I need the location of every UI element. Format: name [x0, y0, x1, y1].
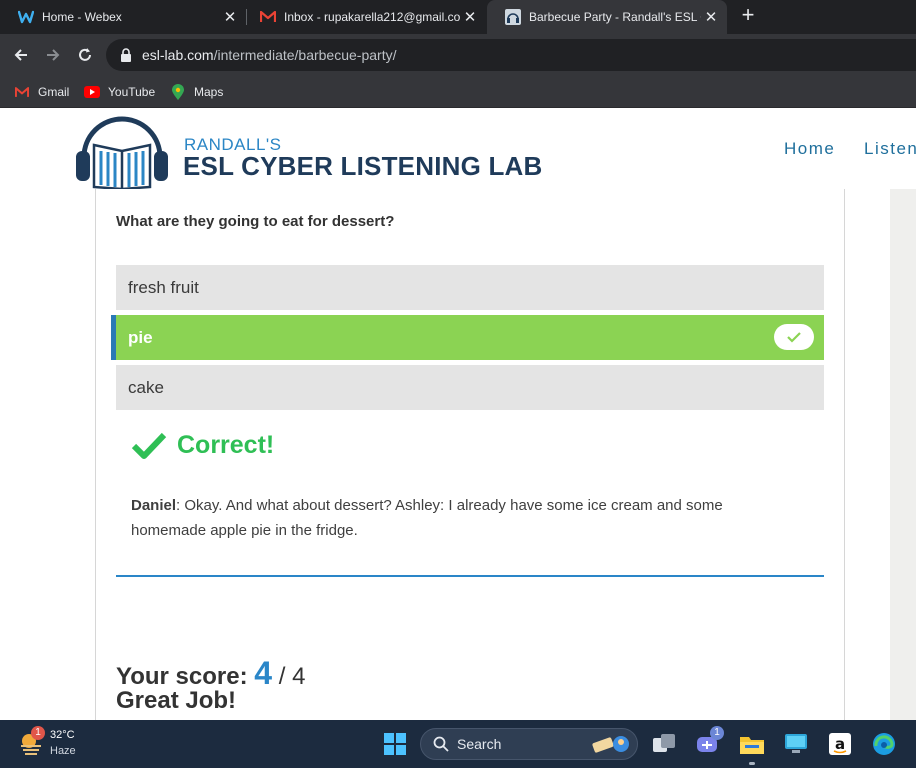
taskbar-search[interactable]: Search: [420, 728, 638, 760]
close-icon[interactable]: ✕: [701, 8, 721, 26]
svg-text:a: a: [835, 735, 845, 753]
weather-condition: Haze: [50, 745, 76, 757]
speaker-name: Daniel: [131, 497, 177, 514]
reload-icon[interactable]: [72, 42, 98, 68]
temperature: 32°C: [50, 729, 75, 741]
answer-option[interactable]: fresh fruit: [116, 265, 824, 310]
answer-option-selected[interactable]: pie: [111, 315, 824, 360]
tab-webex[interactable]: Home - Webex ✕: [0, 0, 246, 34]
correct-check-icon: [131, 432, 167, 459]
weather-badge: 1: [31, 726, 45, 740]
task-view-icon[interactable]: [648, 728, 680, 760]
transcript-excerpt: Daniel: Okay. And what about dessert? As…: [131, 493, 791, 543]
gmail-icon: [260, 9, 276, 25]
running-indicator: [749, 762, 755, 765]
edge-browser-icon[interactable]: [868, 728, 900, 760]
score-label: Your score:: [116, 663, 248, 690]
back-arrow-icon[interactable]: [8, 42, 34, 68]
file-explorer-icon[interactable]: [736, 728, 768, 760]
browser-tab-bar: Home - Webex ✕ Inbox - rupakarella212@gm…: [0, 0, 916, 34]
webex-icon: [18, 9, 34, 25]
bookmark-maps[interactable]: Maps: [170, 82, 223, 102]
url-text: esl-lab.com/intermediate/barbecue-party/: [142, 47, 396, 63]
nav-home[interactable]: Home: [784, 139, 835, 159]
amazon-icon[interactable]: a: [824, 728, 856, 760]
url-host: esl-lab.com: [142, 47, 214, 63]
tab-gmail[interactable]: Inbox - rupakarella212@gmail.com ✕: [242, 0, 486, 34]
search-highlight-icon: [592, 736, 629, 753]
answer-label: cake: [128, 378, 164, 397]
teams-badge: 1: [710, 726, 724, 740]
site-headphones-icon: [505, 9, 521, 25]
windows-start-icon[interactable]: [379, 728, 411, 760]
answer-label: pie: [128, 328, 153, 347]
bookmark-label: Maps: [194, 85, 224, 99]
bookmark-label: YouTube: [108, 85, 156, 99]
feedback-text: Correct!: [177, 431, 275, 459]
divider: [116, 575, 824, 577]
nav-listen[interactable]: Listen: [864, 139, 916, 159]
search-icon: [433, 736, 449, 752]
windows-taskbar: 1 32°C Haze Search 1 a: [0, 720, 916, 768]
new-tab-button[interactable]: +: [736, 4, 760, 28]
transcript-text: : Okay. And what about dessert? Ashley: …: [131, 497, 723, 539]
gmail-icon: [14, 84, 30, 100]
logo-title[interactable]: ESL CYBER LISTENING LAB: [183, 151, 543, 182]
tab-title: Inbox - rupakarella212@gmail.com: [284, 10, 460, 24]
answer-feedback: Correct!: [131, 431, 274, 460]
search-label: Search: [457, 736, 502, 752]
forward-arrow-icon[interactable]: [40, 42, 66, 68]
close-icon[interactable]: ✕: [460, 8, 480, 26]
desktop-monitor-icon[interactable]: [780, 728, 812, 760]
web-page: RANDALL'S ESL CYBER LISTENING LAB Home L…: [0, 109, 916, 720]
quiz-question: What are they going to eat for dessert?: [116, 213, 395, 230]
address-bar[interactable]: esl-lab.com/intermediate/barbecue-party/: [106, 39, 916, 71]
tab-title: Home - Webex: [42, 10, 122, 24]
score-value: 4: [254, 655, 273, 691]
score-total: / 4: [278, 663, 306, 690]
answer-label: fresh fruit: [128, 278, 199, 297]
answer-option[interactable]: cake: [116, 365, 824, 410]
url-path: /intermediate/barbecue-party/: [213, 47, 397, 63]
maps-pin-icon: [170, 84, 186, 100]
score-message: Great Job!: [116, 687, 237, 714]
lock-icon: [120, 48, 132, 62]
headphones-book-logo-icon[interactable]: [74, 111, 170, 194]
bookmark-gmail[interactable]: Gmail: [14, 82, 69, 102]
bookmark-label: Gmail: [38, 85, 70, 99]
tab-title: Barbecue Party - Randall's ESL Cyber Lis…: [529, 10, 701, 24]
tab-barbecue-party[interactable]: Barbecue Party - Randall's ESL Cyber Lis…: [487, 0, 727, 34]
browser-toolbar: esl-lab.com/intermediate/barbecue-party/: [0, 34, 916, 76]
close-icon[interactable]: ✕: [220, 8, 240, 26]
bookmarks-bar: Gmail YouTube Maps: [0, 76, 916, 108]
right-sidebar: [890, 189, 916, 720]
site-header: RANDALL'S ESL CYBER LISTENING LAB Home L…: [0, 109, 916, 191]
bookmark-youtube[interactable]: YouTube: [84, 82, 155, 102]
youtube-icon: [84, 84, 100, 100]
checkmark-icon: [774, 324, 814, 350]
